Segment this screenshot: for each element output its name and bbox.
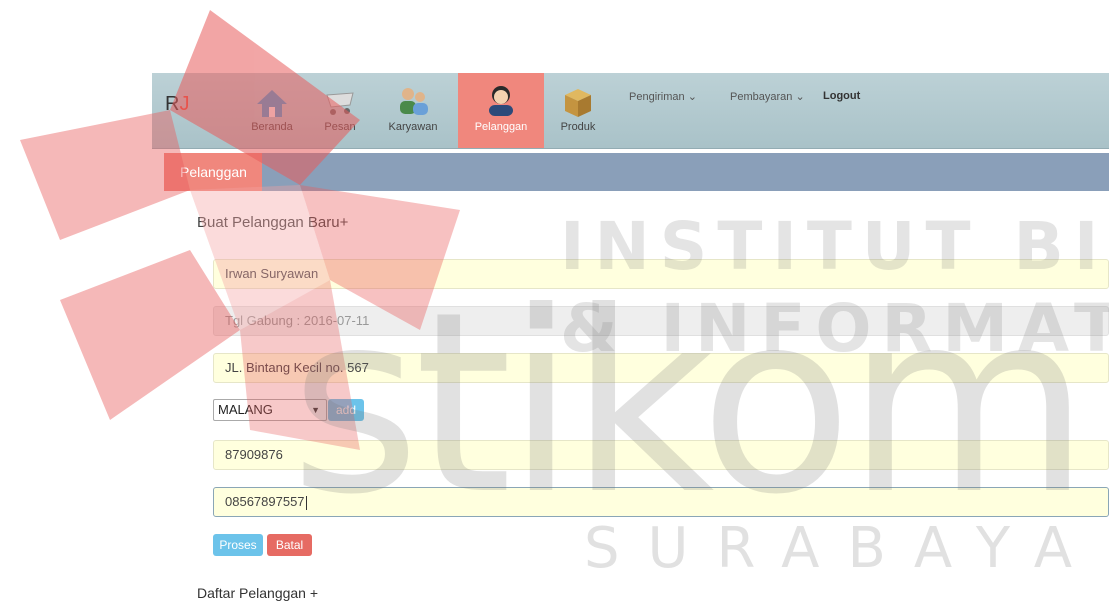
nav-produk[interactable]: Produk <box>552 73 604 148</box>
customer-icon <box>489 86 513 116</box>
telepon-input[interactable]: 87909876 <box>213 440 1109 470</box>
nav-beranda[interactable]: Beranda <box>240 73 304 148</box>
hp-input-value: 08567897557 <box>225 494 305 509</box>
chevron-down-icon: ⌄ <box>687 91 697 103</box>
nav-karyawan-label: Karyawan <box>388 121 438 133</box>
brand-letter-j: J <box>179 93 190 115</box>
navbar: RJ Beranda Pesan Karyawan Pelanggan Prod… <box>152 73 1109 149</box>
nav-pelanggan[interactable]: Pelanggan <box>458 73 544 148</box>
logout-link[interactable]: Logout <box>823 90 860 102</box>
chevron-down-icon: ⌄ <box>795 91 805 103</box>
nama-input[interactable]: Irwan Suryawan <box>213 259 1109 289</box>
breadcrumb-pelanggan: Pelanggan <box>164 153 262 191</box>
text-caret <box>305 495 307 510</box>
brand-logo[interactable]: RJ <box>165 93 189 116</box>
house-icon <box>257 90 287 117</box>
box-icon <box>565 89 591 117</box>
brand-letter-r: R <box>165 93 180 115</box>
nav-beranda-label: Beranda <box>251 121 293 133</box>
kota-select[interactable]: MALANG ▼ <box>213 399 327 421</box>
nav-pelanggan-label: Pelanggan <box>474 121 528 133</box>
nav-pesan[interactable]: Pesan <box>312 73 368 148</box>
nav-karyawan[interactable]: Karyawan <box>380 73 446 148</box>
daftar-pelanggan-title[interactable]: Daftar Pelanggan + <box>197 585 318 601</box>
nav-pesan-label: Pesan <box>324 121 356 133</box>
add-kota-button[interactable]: add <box>328 399 364 421</box>
people-icon <box>400 88 428 115</box>
nav-produk-label: Produk <box>560 121 596 133</box>
hp-input[interactable]: 08567897557 <box>213 487 1109 517</box>
cart-icon <box>326 92 354 115</box>
tgl-gabung-input[interactable]: Tgl Gabung : 2016-07-11 <box>213 306 1109 336</box>
dropdown-arrow-icon: ▼ <box>311 405 320 415</box>
app-window: RJ Beranda Pesan Karyawan Pelanggan Prod… <box>152 73 1109 604</box>
breadcrumb: Pelanggan <box>164 153 1109 191</box>
menu-pengiriman-label: Pengiriman <box>629 91 685 103</box>
proses-button[interactable]: Proses <box>213 534 263 556</box>
menu-pembayaran[interactable]: Pembayaran ⌄ <box>730 90 805 103</box>
alamat-input[interactable]: JL. Bintang Kecil no. 567 <box>213 353 1109 383</box>
menu-pengiriman[interactable]: Pengiriman ⌄ <box>629 90 697 103</box>
batal-button[interactable]: Batal <box>267 534 312 556</box>
menu-pembayaran-label: Pembayaran <box>730 91 793 103</box>
kota-selected-value: MALANG <box>218 402 273 417</box>
form-title[interactable]: Buat Pelanggan Baru+ <box>197 214 348 231</box>
